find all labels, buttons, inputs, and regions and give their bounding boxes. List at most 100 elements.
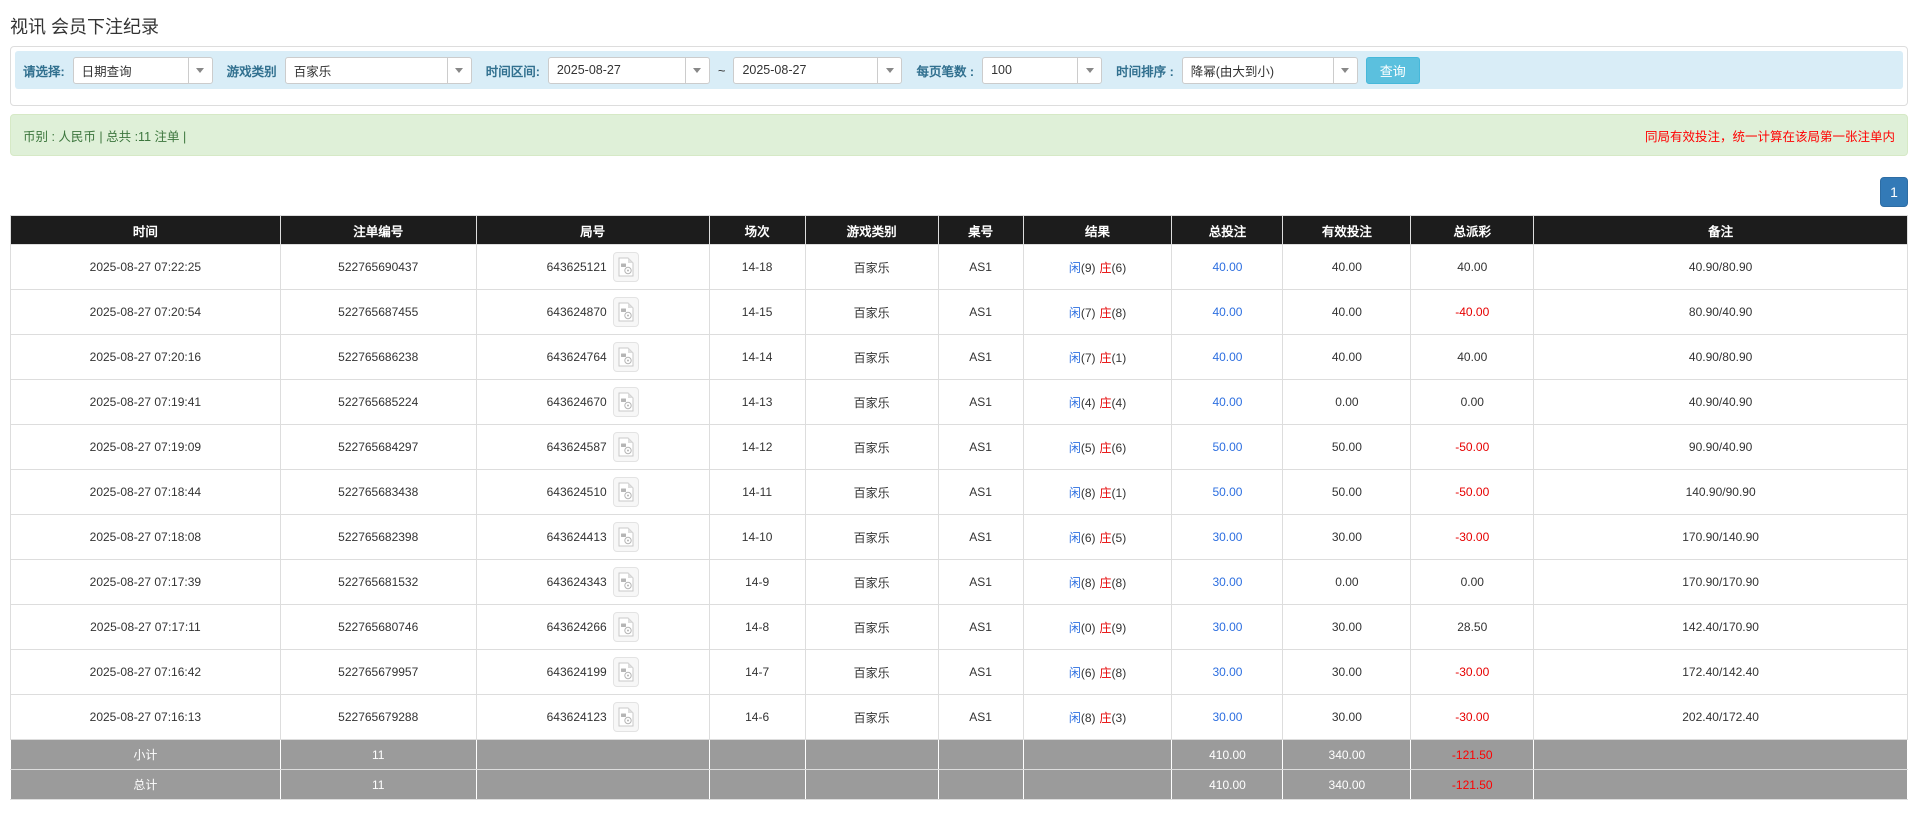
table-row: 2025-08-27 07:16:42 522765679957 6436241… [11, 650, 1908, 695]
cell-note: 140.90/90.90 [1534, 470, 1908, 515]
time-sort-select[interactable]: 降幂(由大到小) [1182, 57, 1358, 84]
result-banker-label: 庄 [1100, 396, 1112, 410]
col-header-game-type: 游戏类别 [805, 216, 938, 245]
cell-valid-bet: 30.00 [1283, 605, 1411, 650]
result-player-label: 闲 [1069, 261, 1081, 275]
cell-payout: 0.00 [1411, 560, 1534, 605]
total-label: 总计 [11, 770, 281, 800]
cell-round-id: 643624266 [476, 605, 709, 650]
cell-total-bet: 30.00 [1172, 695, 1283, 740]
date-to-select[interactable]: 2025-08-27 [733, 57, 902, 84]
video-replay-button[interactable] [613, 567, 639, 597]
cell-time: 2025-08-27 07:22:25 [11, 245, 281, 290]
video-replay-button[interactable] [613, 657, 639, 687]
result-player-label: 闲 [1069, 306, 1081, 320]
table-row: 2025-08-27 07:18:44 522765683438 6436245… [11, 470, 1908, 515]
cell-bet-id: 522765681532 [280, 560, 476, 605]
result-banker-score: (3) [1112, 711, 1127, 725]
video-replay-button[interactable] [613, 297, 639, 327]
table-row: 2025-08-27 07:16:13 522765679288 6436241… [11, 695, 1908, 740]
caret-box [447, 58, 471, 83]
caret-box [685, 58, 709, 83]
total-bet-link[interactable]: 30.00 [1212, 710, 1242, 724]
cell-bet-id: 522765683438 [280, 470, 476, 515]
table-body: 2025-08-27 07:22:25 522765690437 6436251… [11, 245, 1908, 740]
result-player-label: 闲 [1069, 576, 1081, 590]
result-banker-score: (5) [1112, 531, 1127, 545]
cell-result: 闲(7)庄(1) [1023, 335, 1172, 380]
total-bet-link[interactable]: 30.00 [1212, 665, 1242, 679]
cell-bet-id: 522765680746 [280, 605, 476, 650]
cell-session: 14-15 [709, 290, 805, 335]
video-replay-button[interactable] [613, 477, 639, 507]
game-type-value: 百家乐 [286, 58, 447, 83]
page-size-select[interactable]: 100 [982, 57, 1102, 84]
result-player-label: 闲 [1069, 531, 1081, 545]
date-from-select[interactable]: 2025-08-27 [548, 57, 710, 84]
subtotal-label: 小计 [11, 740, 281, 770]
col-header-result: 结果 [1023, 216, 1172, 245]
result-player-score: (5) [1081, 441, 1096, 455]
col-header-valid-bet: 有效投注 [1283, 216, 1411, 245]
cell-session: 14-18 [709, 245, 805, 290]
total-bet-link[interactable]: 40.00 [1212, 260, 1242, 274]
query-mode-select[interactable]: 日期查询 [73, 57, 213, 84]
video-replay-button[interactable] [613, 432, 639, 462]
total-bet-link[interactable]: 50.00 [1212, 440, 1242, 454]
total-bet-link[interactable]: 30.00 [1212, 620, 1242, 634]
cell-bet-id: 522765679288 [280, 695, 476, 740]
result-player-score: (7) [1081, 351, 1096, 365]
result-player-score: (9) [1081, 261, 1096, 275]
total-bet-link[interactable]: 40.00 [1212, 395, 1242, 409]
total-bet-link[interactable]: 40.00 [1212, 305, 1242, 319]
query-mode-label: 请选择: [23, 61, 65, 80]
video-replay-button[interactable] [613, 612, 639, 642]
video-replay-button[interactable] [613, 342, 639, 372]
caret-box [1333, 58, 1357, 83]
cell-session: 14-9 [709, 560, 805, 605]
pagination-page-1[interactable]: 1 [1880, 177, 1908, 207]
cell-result: 闲(7)庄(8) [1023, 290, 1172, 335]
video-file-icon [618, 527, 634, 547]
total-bet-link[interactable]: 50.00 [1212, 485, 1242, 499]
result-banker-score: (8) [1112, 306, 1127, 320]
cell-note: 202.40/172.40 [1534, 695, 1908, 740]
cell-result: 闲(8)庄(3) [1023, 695, 1172, 740]
round-id-text: 643624123 [547, 710, 607, 724]
cell-session: 14-13 [709, 380, 805, 425]
cell-result: 闲(5)庄(6) [1023, 425, 1172, 470]
cell-session: 14-12 [709, 425, 805, 470]
total-bet-link[interactable]: 40.00 [1212, 350, 1242, 364]
chevron-down-icon [455, 68, 463, 73]
game-type-select[interactable]: 百家乐 [285, 57, 472, 84]
table-row: 2025-08-27 07:20:54 522765687455 6436248… [11, 290, 1908, 335]
cell-session: 14-7 [709, 650, 805, 695]
result-player-label: 闲 [1069, 486, 1081, 500]
round-id-text: 643624199 [547, 665, 607, 679]
result-banker-label: 庄 [1100, 441, 1112, 455]
video-replay-button[interactable] [613, 522, 639, 552]
page-size-value: 100 [983, 58, 1077, 83]
cell-game-type: 百家乐 [805, 425, 938, 470]
total-bet-link[interactable]: 30.00 [1212, 530, 1242, 544]
col-header-session: 场次 [709, 216, 805, 245]
video-replay-button[interactable] [613, 702, 639, 732]
total-bet-link[interactable]: 30.00 [1212, 575, 1242, 589]
cell-result: 闲(9)庄(6) [1023, 245, 1172, 290]
result-banker-label: 庄 [1100, 576, 1112, 590]
round-id-text: 643625121 [547, 260, 607, 274]
cell-result: 闲(6)庄(5) [1023, 515, 1172, 560]
cell-round-id: 643624587 [476, 425, 709, 470]
cell-time: 2025-08-27 07:17:11 [11, 605, 281, 650]
cell-session: 14-11 [709, 470, 805, 515]
result-banker-score: (1) [1112, 486, 1127, 500]
cell-total-bet: 40.00 [1172, 380, 1283, 425]
video-replay-button[interactable] [613, 252, 639, 282]
cell-payout: -40.00 [1411, 290, 1534, 335]
cell-session: 14-14 [709, 335, 805, 380]
total-count: 11 [280, 770, 476, 800]
cell-table-no: AS1 [938, 380, 1023, 425]
cell-round-id: 643624764 [476, 335, 709, 380]
video-replay-button[interactable] [613, 387, 639, 417]
search-button[interactable]: 查询 [1366, 57, 1420, 84]
